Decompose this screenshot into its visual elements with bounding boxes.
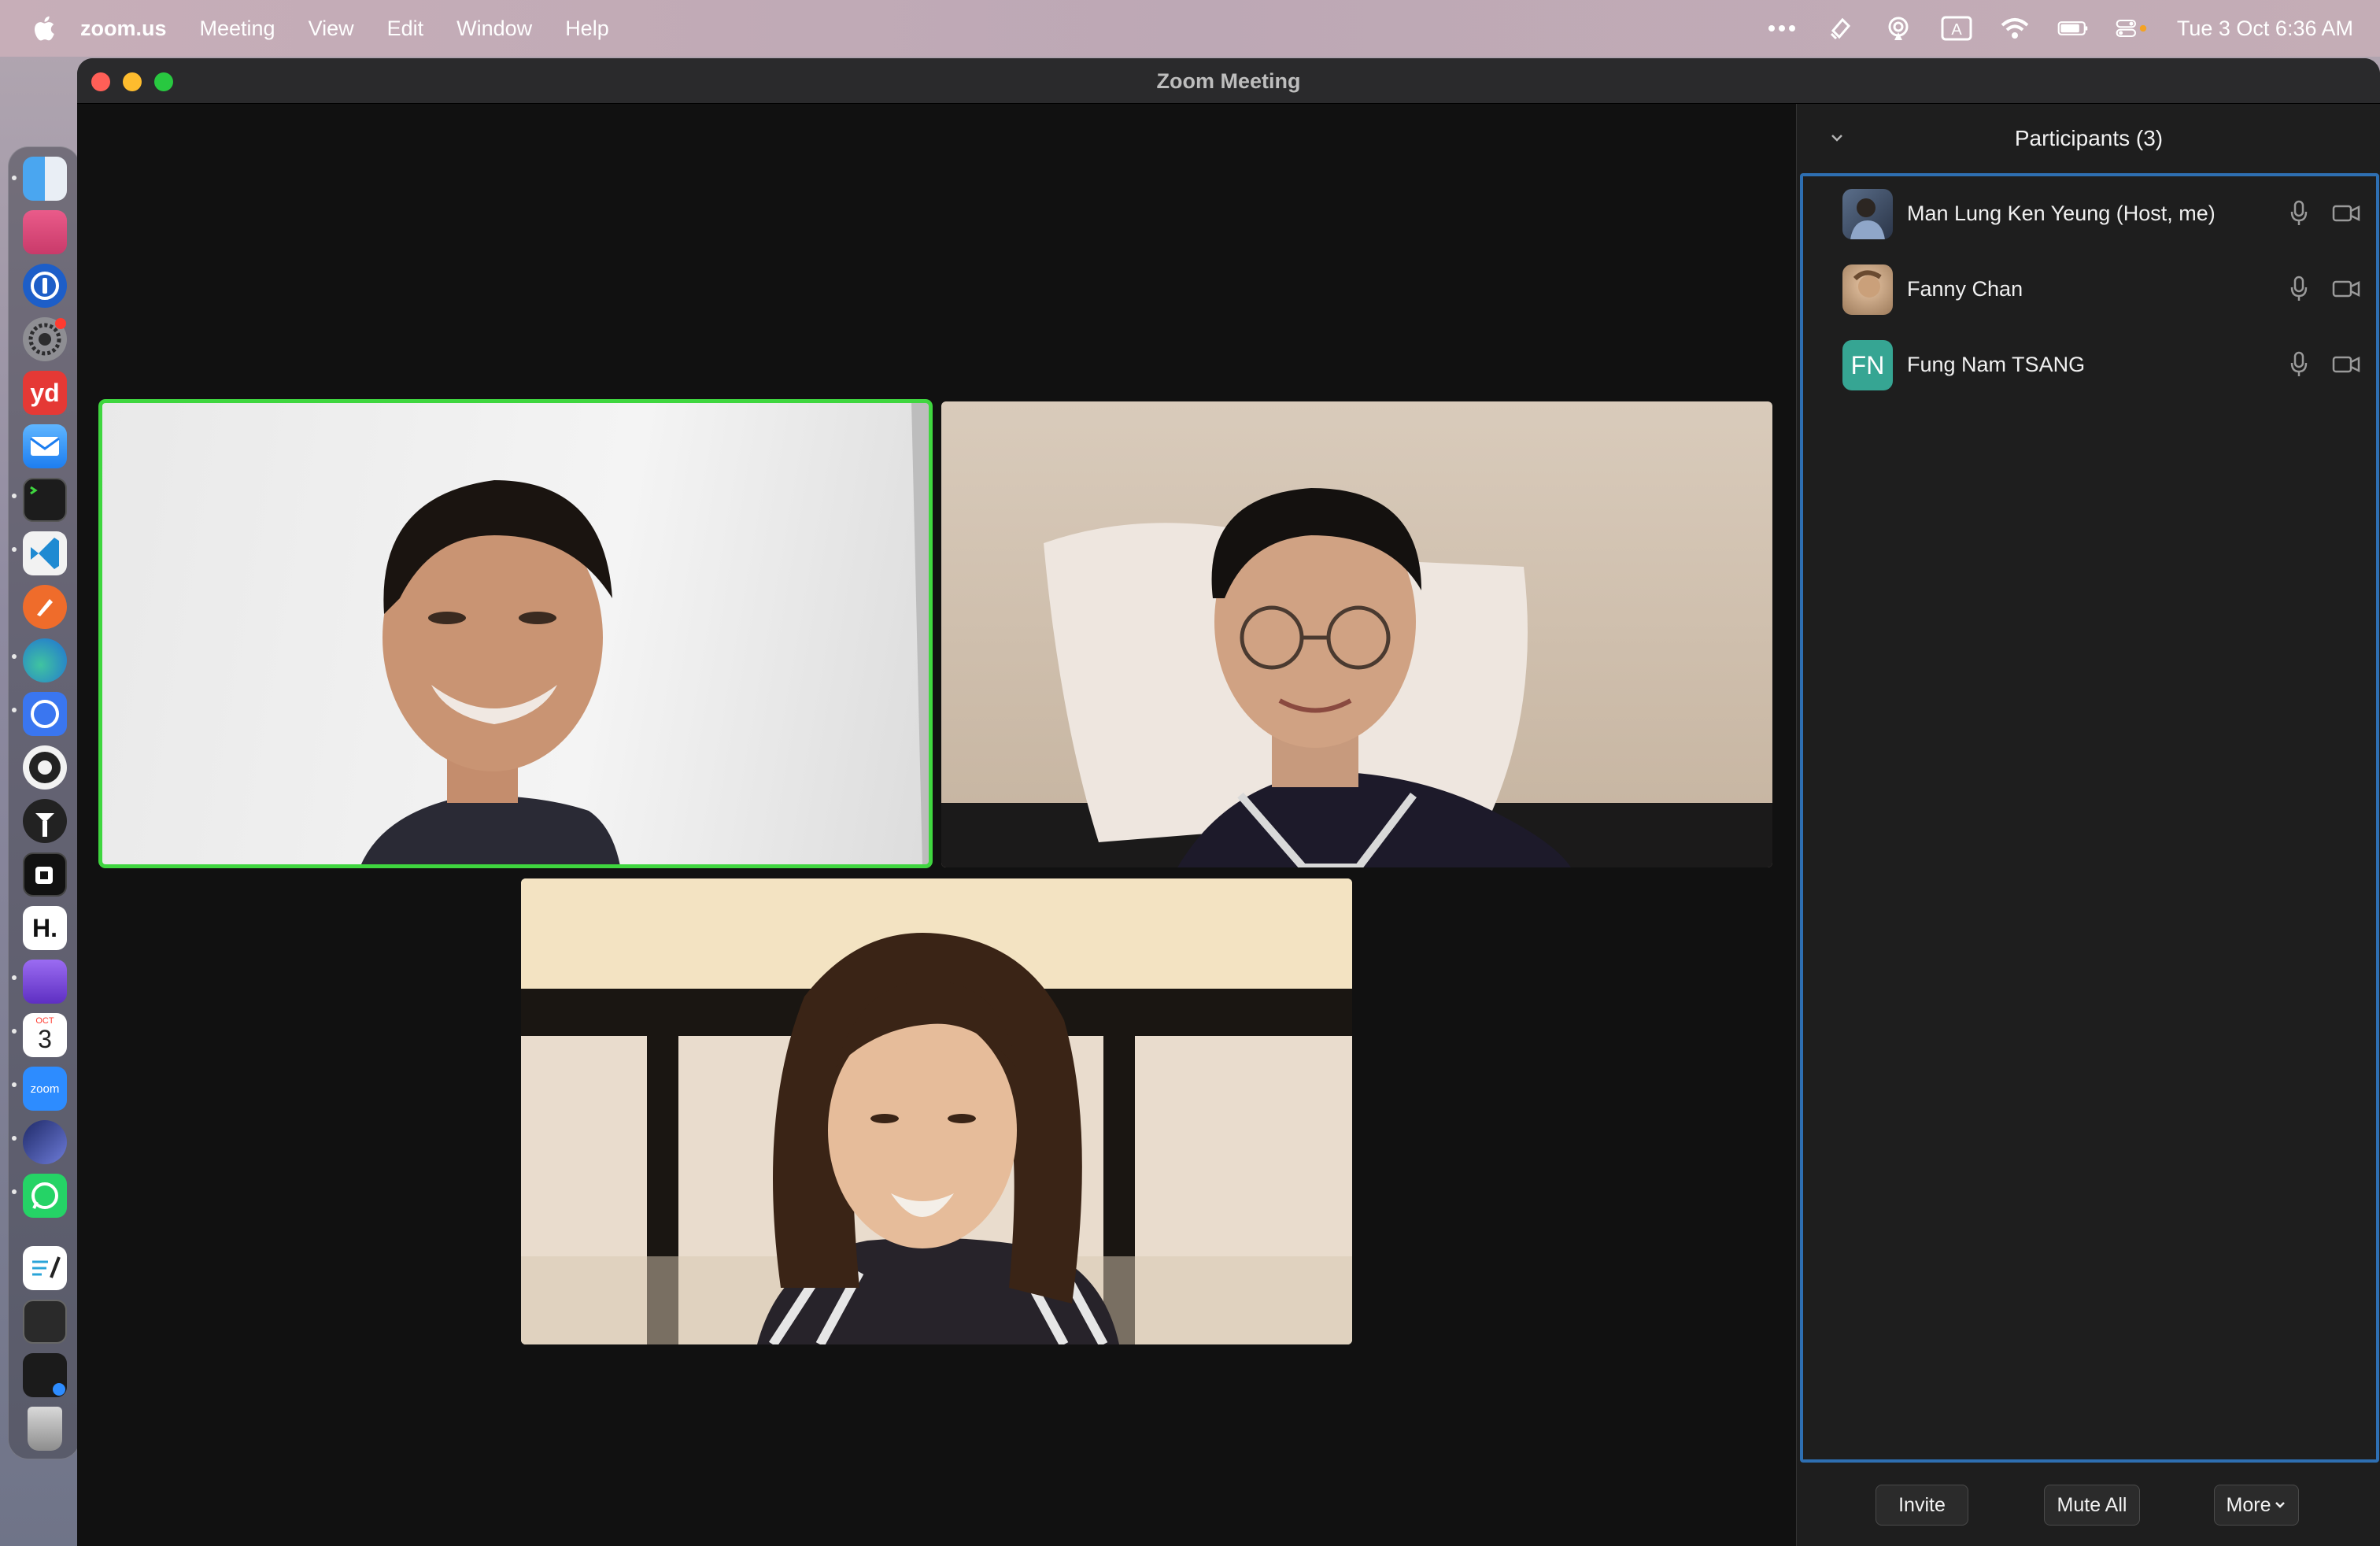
video-camera-icon[interactable] [2332, 203, 2360, 224]
dock-running-indicator [12, 1029, 17, 1034]
avatar [1842, 189, 1893, 239]
signal-icon[interactable] [23, 692, 67, 736]
dock-running-indicator [12, 176, 17, 180]
system-settings-icon[interactable] [23, 317, 67, 361]
dock-running-indicator [12, 494, 17, 498]
chevron-down-icon [2275, 1502, 2286, 1508]
vscode-icon[interactable] [23, 531, 67, 575]
microphone-icon[interactable] [2289, 200, 2308, 227]
linear-icon[interactable] [23, 1120, 67, 1164]
participants-list[interactable]: Man Lung Ken Yeung (Host, me) Fanny Chan… [1800, 173, 2379, 1463]
avatar: FN [1842, 340, 1893, 390]
participant-name: Man Lung Ken Yeung (Host, me) [1907, 202, 2216, 225]
avatar [1842, 264, 1893, 315]
screenshot-icon[interactable] [23, 1300, 67, 1344]
participant-name: Fung Nam TSANG [1907, 353, 2086, 376]
participant-video-1 [360, 401, 930, 866]
video-tile-participant[interactable] [941, 401, 1772, 867]
youdao-icon[interactable]: yd [23, 371, 67, 415]
participant-video-2 [941, 488, 1772, 867]
obs-icon[interactable] [23, 745, 67, 790]
mute-all-button[interactable]: Mute All [2044, 1485, 2140, 1526]
participant-row[interactable]: Fanny Chan [1803, 252, 2376, 327]
hashnode-icon[interactable]: H. [23, 906, 67, 950]
microphone-icon[interactable] [2289, 276, 2308, 302]
video-camera-icon[interactable] [2332, 354, 2360, 375]
dock-running-indicator [12, 975, 17, 980]
terminal-icon[interactable] [23, 478, 67, 522]
youdao-label: yd [30, 378, 60, 407]
menu-window[interactable]: Window [456, 17, 532, 41]
affinity-icon[interactable] [23, 853, 67, 897]
zoom-icon[interactable]: zoom [23, 1067, 67, 1111]
wifi-icon[interactable] [1999, 15, 2031, 42]
video-tile-participant[interactable] [521, 878, 1352, 1344]
invite-button[interactable]: Invite [1876, 1485, 1968, 1526]
zoom-meeting-window: Zoom Meeting Participants (3) Man Lung K… [77, 58, 2380, 1546]
app-menu-zoom[interactable]: zoom.us [80, 17, 167, 41]
battery-icon[interactable] [2057, 15, 2089, 42]
menu-edit[interactable]: Edit [387, 17, 424, 41]
hashnode-label: H. [32, 913, 57, 942]
dock-running-indicator [12, 654, 17, 659]
apple-menu-icon[interactable] [30, 14, 57, 43]
hand-pointer-icon[interactable] [1824, 15, 1856, 42]
video-tile-active-speaker[interactable] [98, 399, 933, 868]
postman-icon[interactable] [23, 585, 67, 629]
edge-icon[interactable] [23, 638, 67, 682]
zoom-label: zoom [30, 1082, 60, 1096]
window-titlebar: Zoom Meeting [77, 58, 2380, 104]
finder-icon[interactable] [23, 157, 67, 201]
dock-running-indicator [12, 1136, 17, 1141]
dock: yd H. OCT 3 zoom [8, 146, 80, 1459]
participants-panel-header: Participants (3) [1797, 104, 2380, 172]
dock-running-indicator [12, 1082, 17, 1087]
dock-running-indicator [12, 708, 17, 712]
participants-panel-title: Participants (3) [2014, 126, 2164, 150]
video-gallery [77, 104, 1796, 1546]
dock-running-indicator [12, 547, 17, 552]
1password-icon[interactable] [23, 264, 67, 308]
more-dots-icon[interactable] [1766, 15, 1798, 42]
obsidian-icon[interactable] [23, 960, 67, 1004]
more-button[interactable]: More [2214, 1485, 2299, 1526]
mail-icon[interactable] [23, 424, 67, 468]
calendar-icon[interactable]: OCT 3 [23, 1013, 67, 1057]
window-title: Zoom Meeting [1156, 69, 1301, 93]
menu-view[interactable]: View [309, 17, 354, 41]
more-button-label: More [2226, 1493, 2271, 1516]
photo-booth-icon[interactable] [23, 210, 67, 254]
menu-meeting[interactable]: Meeting [200, 17, 275, 41]
participant-video-3 [521, 878, 1352, 1344]
video-camera-icon[interactable] [2332, 279, 2360, 299]
participant-row[interactable]: FN Fung Nam TSANG [1803, 327, 2376, 403]
participant-name: Fanny Chan [1907, 277, 2023, 301]
menu-bar: zoom.us Meeting View Edit Window Help A … [0, 0, 2380, 57]
participants-panel: Participants (3) Man Lung Ken Yeung (Hos… [1796, 104, 2380, 1546]
menu-help[interactable]: Help [565, 17, 609, 41]
airplay-icon[interactable] [1883, 15, 1914, 42]
dock-running-indicator [12, 1189, 17, 1194]
calendar-day: 3 [38, 1025, 52, 1053]
texteditor-icon[interactable] [23, 1246, 67, 1290]
control-center-icon[interactable] [2116, 15, 2147, 42]
trash-icon[interactable] [28, 1407, 62, 1451]
whatsapp-icon[interactable] [23, 1174, 67, 1218]
microphone-icon[interactable] [2289, 351, 2308, 378]
menubar-clock[interactable]: Tue 3 Oct 6:36 AM [2177, 17, 2353, 41]
svg-text:A: A [1951, 21, 1962, 39]
recent-window-icon[interactable] [23, 1353, 67, 1397]
participant-row[interactable]: Man Lung Ken Yeung (Host, me) [1803, 176, 2376, 252]
input-source-icon[interactable]: A [1941, 15, 1972, 42]
tailscale-icon[interactable] [23, 799, 67, 843]
